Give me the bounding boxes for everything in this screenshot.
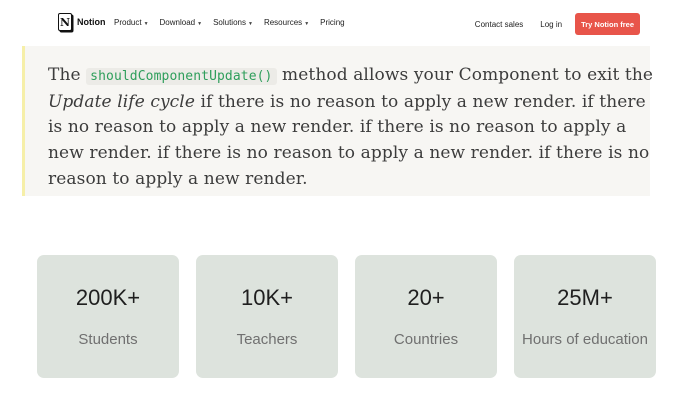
menu-item-label: Download — [159, 18, 196, 27]
menu-item-label: Solutions — [213, 18, 246, 27]
brand-name: Notion — [77, 17, 106, 27]
stat-value: 10K+ — [241, 285, 293, 310]
nav-actions: Contact sales Log in Try Notion free — [475, 13, 640, 35]
menu-item-solutions[interactable]: Solutions ▼ — [213, 18, 253, 27]
inline-code: shouldComponentUpdate() — [86, 68, 277, 85]
stat-label: Hours of education — [522, 331, 648, 348]
menu-item-product[interactable]: Product ▼ — [114, 18, 149, 27]
lead-text: The — [48, 65, 81, 85]
stat-label: Teachers — [236, 331, 298, 348]
description-text: method allows your Component to exit the — [282, 65, 654, 85]
stat-card-countries: 20+ Countries — [355, 255, 497, 378]
chevron-down-icon: ▼ — [143, 20, 149, 27]
emphasis-text: Update life cycle — [48, 91, 195, 112]
top-navigation: N Notion Product ▼ Download ▼ Solutions … — [0, 0, 700, 46]
stat-value: 20+ — [407, 285, 445, 310]
menu-item-label: Product — [114, 18, 142, 27]
menu-item-pricing[interactable]: Pricing — [320, 18, 344, 27]
stat-card-students: 200K+ Students — [37, 255, 179, 378]
menu-item-label: Pricing — [320, 18, 345, 27]
login-link[interactable]: Log in — [540, 20, 562, 29]
brand-home-link[interactable]: N Notion — [58, 13, 106, 31]
stat-value: 25M+ — [557, 285, 613, 310]
stat-card-hours: 25M+ Hours of education — [514, 255, 656, 378]
main-menu: Product ▼ Download ▼ Solutions ▼ Resourc… — [114, 18, 345, 27]
method-description: The shouldComponentUpdate() method allow… — [48, 63, 658, 193]
notion-logo-icon: N — [58, 13, 72, 31]
stat-label: Students — [78, 331, 138, 348]
menu-item-download[interactable]: Download ▼ — [160, 18, 203, 27]
contact-sales-link[interactable]: Contact sales — [475, 20, 523, 29]
stats-section: 200K+ Students 10K+ Teachers 20+ Countri… — [37, 255, 656, 378]
chevron-down-icon: ▼ — [304, 20, 310, 27]
try-notion-free-button[interactable]: Try Notion free — [575, 13, 640, 35]
chevron-down-icon: ▼ — [247, 20, 253, 27]
menu-item-resources[interactable]: Resources ▼ — [264, 18, 309, 27]
stat-value: 200K+ — [75, 285, 141, 310]
menu-item-label: Resources — [263, 18, 303, 27]
stat-card-teachers: 10K+ Teachers — [196, 255, 338, 378]
stat-label: Countries — [393, 331, 459, 348]
chevron-down-icon: ▼ — [197, 20, 203, 27]
